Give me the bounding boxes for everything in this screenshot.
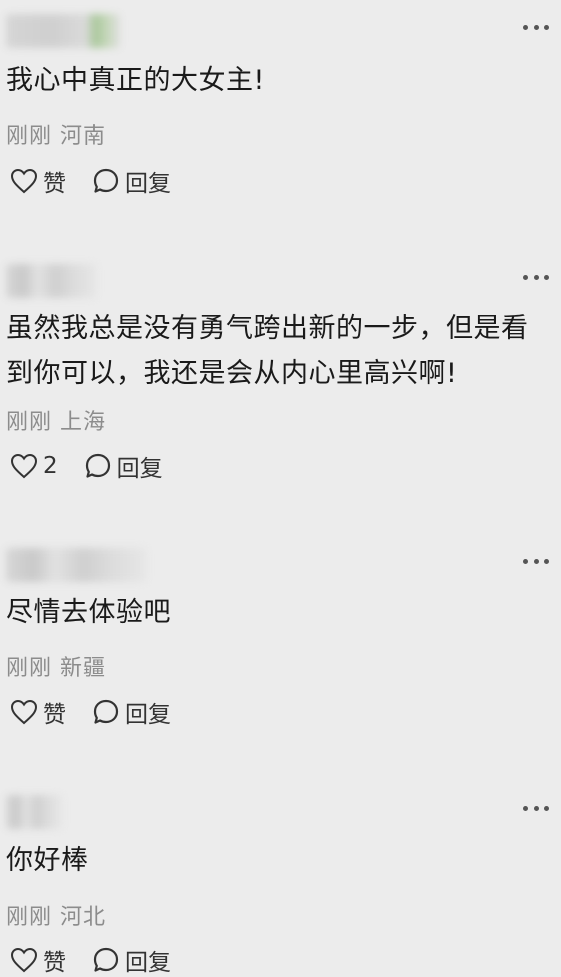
like-count: 2	[43, 453, 58, 479]
comment-actions: 2 回复	[10, 449, 163, 483]
reply-button[interactable]: 回复	[92, 164, 171, 198]
comment-text: 我心中真正的大女主!	[6, 65, 265, 96]
like-label: 赞	[43, 702, 66, 728]
blurred-username	[6, 264, 96, 298]
reply-button[interactable]: 回复	[84, 449, 163, 483]
speech-bubble-icon	[93, 699, 119, 724]
comment-meta: 刚刚 河北	[6, 899, 106, 931]
comment-meta: 刚刚 上海	[6, 404, 106, 436]
comment-text: 虽然我总是没有勇气跨出新的一步，但是看到你可以，我还是会从内心里高兴啊!	[6, 313, 529, 389]
comment-actions: 赞 回复	[10, 164, 171, 198]
more-options-icon[interactable]	[523, 805, 549, 811]
comment-location: 新疆	[60, 656, 107, 681]
speech-bubble-icon	[85, 453, 110, 478]
comment-location: 上海	[60, 410, 107, 435]
like-button[interactable]: 赞	[10, 695, 66, 729]
comment-location: 河南	[60, 124, 107, 149]
like-button[interactable]: 赞	[10, 164, 66, 198]
heart-outline-icon	[10, 699, 38, 725]
like-button[interactable]: 赞	[10, 943, 66, 977]
speech-bubble-icon	[93, 947, 119, 972]
reply-label: 回复	[125, 171, 171, 197]
comment-actions: 赞 回复	[10, 695, 171, 729]
comment-text: 你好棒	[6, 845, 89, 876]
heart-outline-icon	[10, 947, 38, 973]
more-options-icon[interactable]	[523, 274, 549, 280]
heart-outline-icon	[10, 453, 38, 479]
like-label: 赞	[43, 171, 66, 197]
speech-bubble-icon	[93, 168, 119, 193]
blurred-username	[6, 14, 120, 48]
like-label: 赞	[43, 950, 66, 976]
comment-actions: 赞 回复	[10, 943, 171, 977]
comment-time: 刚刚	[6, 656, 53, 681]
like-button[interactable]: 2	[10, 453, 58, 479]
comment-time: 刚刚	[6, 905, 53, 930]
comment-time: 刚刚	[6, 124, 53, 149]
more-options-icon[interactable]	[523, 24, 549, 30]
reply-button[interactable]: 回复	[92, 943, 171, 977]
comment-meta: 刚刚 新疆	[6, 650, 106, 682]
reply-label: 回复	[116, 456, 163, 482]
more-options-icon[interactable]	[523, 558, 549, 564]
comment-location: 河北	[60, 905, 107, 930]
blurred-username	[6, 548, 146, 582]
reply-label: 回复	[125, 950, 171, 976]
comment-text: 尽情去体验吧	[6, 597, 171, 628]
reply-label: 回复	[125, 702, 171, 728]
comment-meta: 刚刚 河南	[6, 118, 106, 150]
heart-outline-icon	[10, 168, 38, 194]
blurred-username	[6, 795, 62, 829]
reply-button[interactable]: 回复	[92, 695, 171, 729]
comment-time: 刚刚	[6, 410, 53, 435]
